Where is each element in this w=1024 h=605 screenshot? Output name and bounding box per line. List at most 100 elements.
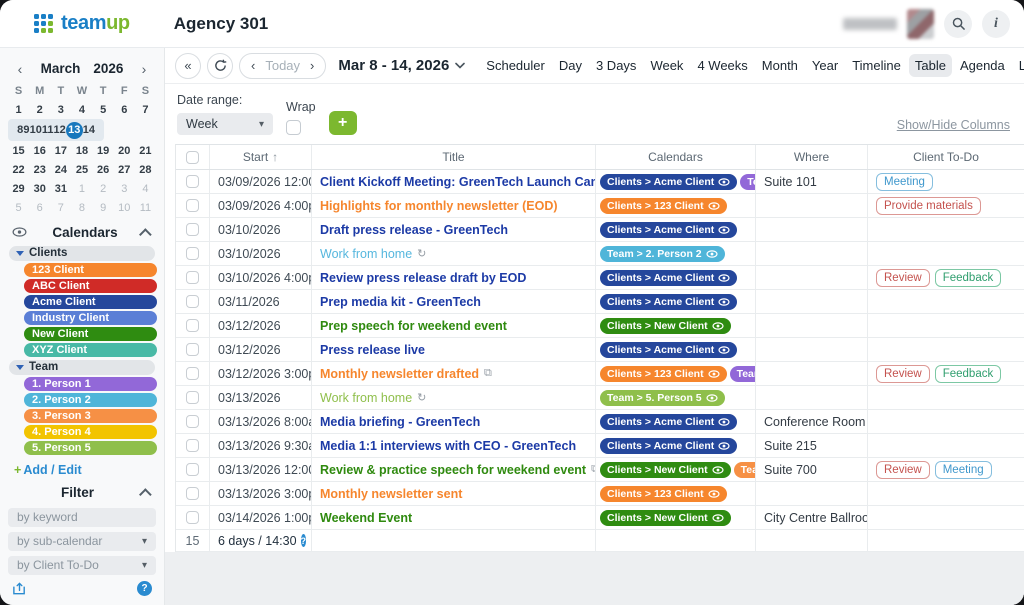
mini-day[interactable]: 22 [8, 164, 29, 176]
mini-day[interactable]: 16 [29, 145, 50, 157]
tab-timeline[interactable]: Timeline [846, 54, 907, 77]
row-checkbox[interactable] [186, 175, 199, 188]
column-header-start[interactable]: Start↑ [210, 145, 312, 169]
date-range-select[interactable]: Week▾ [177, 113, 273, 135]
mini-day[interactable]: 1 [71, 183, 92, 195]
selected-day[interactable]: 13 [66, 122, 83, 139]
mini-day[interactable]: 7 [50, 202, 71, 214]
refresh-button[interactable] [207, 53, 233, 79]
calendar-group-team[interactable]: Team [9, 360, 155, 375]
tab-week[interactable]: Week [644, 54, 689, 77]
filter-keyword-input[interactable]: by keyword [8, 508, 156, 527]
table-row[interactable]: 03/09/2026 12:00pmClient Kickoff Meeting… [176, 170, 1024, 194]
table-row[interactable]: 03/12/2026Press release liveClients > Ac… [176, 338, 1024, 362]
mini-day[interactable]: 3 [114, 183, 135, 195]
mini-day[interactable]: 5 [93, 104, 114, 116]
mini-day[interactable]: 28 [135, 164, 156, 176]
row-checkbox[interactable] [186, 247, 199, 260]
mini-day[interactable]: 27 [114, 164, 135, 176]
teamup-logo[interactable]: teamup [34, 12, 130, 35]
row-checkbox[interactable] [186, 415, 199, 428]
sidebar-calendar-acme-client[interactable]: Acme Client [24, 295, 157, 309]
row-checkbox[interactable] [186, 343, 199, 356]
tab-table[interactable]: Table [909, 54, 952, 77]
mini-next-icon[interactable]: › [138, 61, 150, 77]
mini-day[interactable]: 30 [29, 183, 50, 195]
row-checkbox[interactable] [186, 391, 199, 404]
mini-day[interactable]: 17 [50, 145, 71, 157]
table-row[interactable]: 03/12/2026Prep speech for weekend eventC… [176, 314, 1024, 338]
sidebar-calendar-new-client[interactable]: New Client [24, 327, 157, 341]
mini-day[interactable]: 11 [42, 124, 54, 136]
help-icon[interactable]: ? [301, 534, 307, 547]
mini-day[interactable]: 26 [93, 164, 114, 176]
tab-list[interactable]: List [1013, 54, 1024, 77]
column-header-where[interactable]: Where [756, 145, 868, 169]
filter-client-todo-select[interactable]: by Client To-Do▾ [8, 556, 156, 575]
table-row[interactable]: 03/13/2026Work from home↻Team > 5. Perso… [176, 386, 1024, 410]
select-all-checkbox[interactable] [186, 151, 199, 164]
sidebar-calendar-123-client[interactable]: 123 Client [24, 263, 157, 277]
mini-day[interactable]: 8 [71, 202, 92, 214]
mini-day[interactable]: 24 [50, 164, 71, 176]
table-row[interactable]: 03/10/2026Draft press release - GreenTec… [176, 218, 1024, 242]
sidebar-calendar-industry-client[interactable]: Industry Client [24, 311, 157, 325]
mini-day[interactable]: 1 [8, 104, 29, 116]
search-icon[interactable] [944, 10, 972, 38]
mini-day[interactable]: 20 [114, 145, 135, 157]
mini-day[interactable]: 13 [66, 122, 83, 139]
mini-day[interactable]: 6 [114, 104, 135, 116]
table-row[interactable]: 03/09/2026 4:00pmHighlights for monthly … [176, 194, 1024, 218]
row-checkbox[interactable] [186, 511, 199, 524]
mini-day[interactable]: 14 [83, 124, 95, 136]
table-row[interactable]: 03/11/2026Prep media kit - GreenTechClie… [176, 290, 1024, 314]
row-checkbox[interactable] [186, 487, 199, 500]
tab-agenda[interactable]: Agenda [954, 54, 1011, 77]
date-range-picker[interactable]: Mar 8 - 14, 2026 [338, 57, 465, 74]
column-header-calendars[interactable]: Calendars [596, 145, 756, 169]
row-checkbox[interactable] [186, 319, 199, 332]
calendar-group-clients[interactable]: Clients [9, 246, 155, 261]
filter-subcalendar-select[interactable]: by sub-calendar▾ [8, 532, 156, 551]
mini-day[interactable]: 2 [29, 104, 50, 116]
row-checkbox[interactable] [186, 271, 199, 284]
tab-month[interactable]: Month [756, 54, 804, 77]
help-icon[interactable]: ? [137, 581, 152, 596]
mini-day[interactable]: 2 [93, 183, 114, 195]
column-header-title[interactable]: Title [312, 145, 596, 169]
sidebar-calendar-2-person-2[interactable]: 2. Person 2 [24, 393, 157, 407]
mini-day[interactable]: 11 [135, 202, 156, 214]
sidebar-calendar-1-person-1[interactable]: 1. Person 1 [24, 377, 157, 391]
tab-day[interactable]: Day [553, 54, 588, 77]
mini-day[interactable]: 4 [135, 183, 156, 195]
today-button[interactable]: Today [265, 58, 300, 73]
row-checkbox[interactable] [186, 199, 199, 212]
mini-day[interactable]: 25 [71, 164, 92, 176]
table-row[interactable]: 03/13/2026 12:00pmReview & practice spee… [176, 458, 1024, 482]
wrap-checkbox[interactable] [286, 120, 301, 135]
mini-day[interactable]: 23 [29, 164, 50, 176]
prev-week-button[interactable]: ‹ [251, 58, 255, 73]
mini-day[interactable]: 3 [50, 104, 71, 116]
mini-day[interactable]: 9 [93, 202, 114, 214]
add-edit-link[interactable]: +Add / Edit [14, 463, 164, 477]
show-hide-columns-link[interactable]: Show/Hide Columns [897, 118, 1010, 132]
mini-day[interactable]: 31 [50, 183, 71, 195]
sidebar-calendar-3-person-3[interactable]: 3. Person 3 [24, 409, 157, 423]
table-row[interactable]: 03/10/2026Work from home↻Team > 2. Perso… [176, 242, 1024, 266]
sidebar-calendar-abc-client[interactable]: ABC Client [24, 279, 157, 293]
column-header-client-todo[interactable]: Client To-Do [868, 145, 1024, 169]
eye-icon[interactable] [12, 227, 27, 237]
sidebar-calendar-4-person-4[interactable]: 4. Person 4 [24, 425, 157, 439]
row-checkbox[interactable] [186, 223, 199, 236]
next-week-button[interactable]: › [310, 58, 314, 73]
mini-day[interactable]: 18 [71, 145, 92, 157]
mini-day[interactable]: 21 [135, 145, 156, 157]
sidebar-calendar-xyz-client[interactable]: XYZ Client [24, 343, 157, 357]
row-checkbox[interactable] [186, 367, 199, 380]
add-event-button[interactable]: + [329, 111, 357, 135]
mini-day[interactable]: 5 [8, 202, 29, 214]
table-row[interactable]: 03/10/2026 4:00pmReview press release dr… [176, 266, 1024, 290]
mini-day[interactable]: 6 [29, 202, 50, 214]
mini-day[interactable]: 10 [114, 202, 135, 214]
